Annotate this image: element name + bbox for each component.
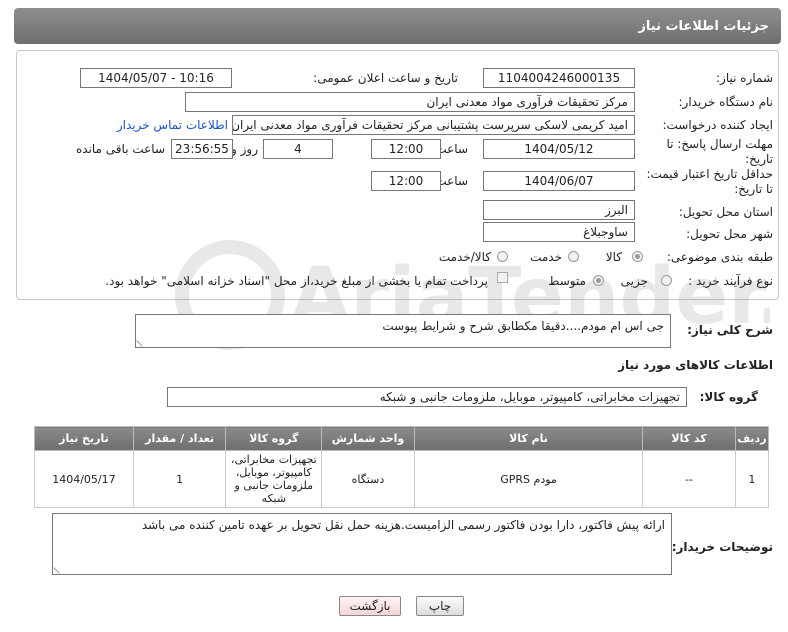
col-quantity: تعداد / مقدار [132, 426, 227, 451]
validity-date-field: 1404/06/07 [483, 171, 635, 191]
col-need-date: تاریخ نیاز [34, 426, 134, 451]
need-number-label: شماره نیاز: [716, 71, 773, 85]
print-button[interactable]: چاپ [416, 596, 464, 616]
buyer-notes-text: ارائه پیش فاکتور، دارا بودن فاکتور رسمی … [141, 518, 665, 532]
min-validity-label: حداقل تاریخ اعتبار قیمت: تا تاریخ: [646, 167, 773, 196]
treasury-payment-note: پرداخت تمام یا بخشی از مبلغ خرید،از محل … [105, 274, 488, 288]
process-radio-medium[interactable] [593, 275, 604, 286]
description-textarea[interactable]: جی اس ام مودم....دقیقا مکطابق شرح و شرای… [135, 314, 671, 348]
table-row: 1 -- مودم GPRS دستگاه تجهیزات مخابراتی، … [34, 450, 770, 508]
col-row-number: ردیف [734, 426, 770, 451]
buyer-notes-textarea[interactable]: ارائه پیش فاکتور، دارا بودن فاکتور رسمی … [52, 513, 672, 575]
description-text: جی اس ام مودم....دقیقا مکطابق شرح و شرای… [382, 319, 664, 333]
category-radio-goods-service[interactable] [497, 251, 508, 262]
city-field: ساوجبلاغ [483, 222, 635, 242]
cell-goods-name: مودم GPRS [413, 450, 644, 508]
process-radio-minor[interactable] [661, 275, 672, 286]
need-number-field: 1104004246000135 [483, 68, 635, 88]
treasury-payment-checkbox[interactable] [497, 272, 508, 283]
time-remaining-field: 23:56:55 [171, 139, 233, 159]
goods-table: ردیف کد کالا نام کالا واحد شمارش گروه کا… [34, 426, 770, 508]
category-radio-goods[interactable] [632, 251, 643, 262]
resize-grip-icon[interactable] [136, 335, 148, 347]
col-goods-group: گروه کالا [225, 426, 323, 451]
days-label: روز و [231, 142, 258, 156]
reply-time-field: 12:00 [371, 139, 441, 159]
goods-group-field: تجهیزات مخابراتی، کامپیوتر، موبایل، ملزو… [167, 387, 687, 407]
creator-label: ایجاد کننده درخواست: [662, 118, 773, 132]
col-unit: واحد شمارش [321, 426, 415, 451]
reply-date-field: 1404/05/12 [483, 139, 635, 159]
goods-table-header: ردیف کد کالا نام کالا واحد شمارش گروه کا… [34, 426, 770, 451]
category-label: طبقه بندی موضوعی: [666, 250, 773, 264]
reply-deadline-label: مهلت ارسال پاسخ: تا تاریخ: [666, 137, 773, 166]
col-goods-name: نام کالا [413, 426, 644, 451]
back-button[interactable]: بازگشت [339, 596, 401, 616]
cell-goods-group: تجهیزات مخابراتی، کامپیوتر، موبایل، ملزو… [225, 450, 323, 508]
category-option-goods: کالا [605, 250, 622, 264]
city-label: شهر محل تحویل: [686, 227, 773, 241]
buyer-notes-label: توضیحات خریدار: [671, 540, 773, 554]
process-option-medium: متوسط [548, 274, 586, 288]
days-remaining-field: 4 [263, 139, 333, 159]
validity-time-field: 12:00 [371, 171, 441, 191]
cell-quantity: 1 [132, 450, 227, 508]
province-field: البرز [483, 200, 635, 220]
time-remaining-label: ساعت باقی مانده [75, 142, 165, 156]
cell-goods-code: -- [642, 450, 736, 508]
col-goods-code: کد کالا [642, 426, 736, 451]
goods-group-label: گروه کالا: [699, 390, 758, 404]
category-radio-service[interactable] [568, 251, 579, 262]
cell-unit: دستگاه [321, 450, 415, 508]
page-title: جزئیات اطلاعات نیاز [638, 19, 769, 34]
buyer-org-label: نام دستگاه خریدار: [678, 95, 774, 109]
category-option-service: خدمت [530, 250, 562, 264]
description-label: شرح کلی نیاز: [687, 323, 773, 337]
goods-section-title: اطلاعات کالاهای مورد نیاز [618, 358, 773, 372]
announce-date-field: 1404/05/07 - 10:16 [80, 68, 232, 88]
cell-need-date: 1404/05/17 [34, 450, 134, 508]
cell-row-number: 1 [734, 450, 770, 508]
announce-date-label: تاریخ و ساعت اعلان عمومی: [313, 71, 458, 85]
resize-grip-icon[interactable] [53, 562, 65, 574]
province-label: استان محل تحویل: [678, 205, 773, 219]
creator-field: امید کریمی لاسکی سرپرست پشتیبانی مرکز تح… [232, 115, 635, 135]
process-option-minor: جزیی [620, 274, 648, 288]
page-header: جزئیات اطلاعات نیاز [14, 8, 781, 44]
buyer-org-field: مرکز تحقیقات فرآوری مواد معدنی ایران [185, 92, 635, 112]
category-option-goods-service: کالا/خدمت [438, 250, 491, 264]
process-label: نوع فرآیند خرید : [688, 274, 773, 288]
buyer-contact-link[interactable]: اطلاعات تماس خریدار [117, 118, 228, 132]
